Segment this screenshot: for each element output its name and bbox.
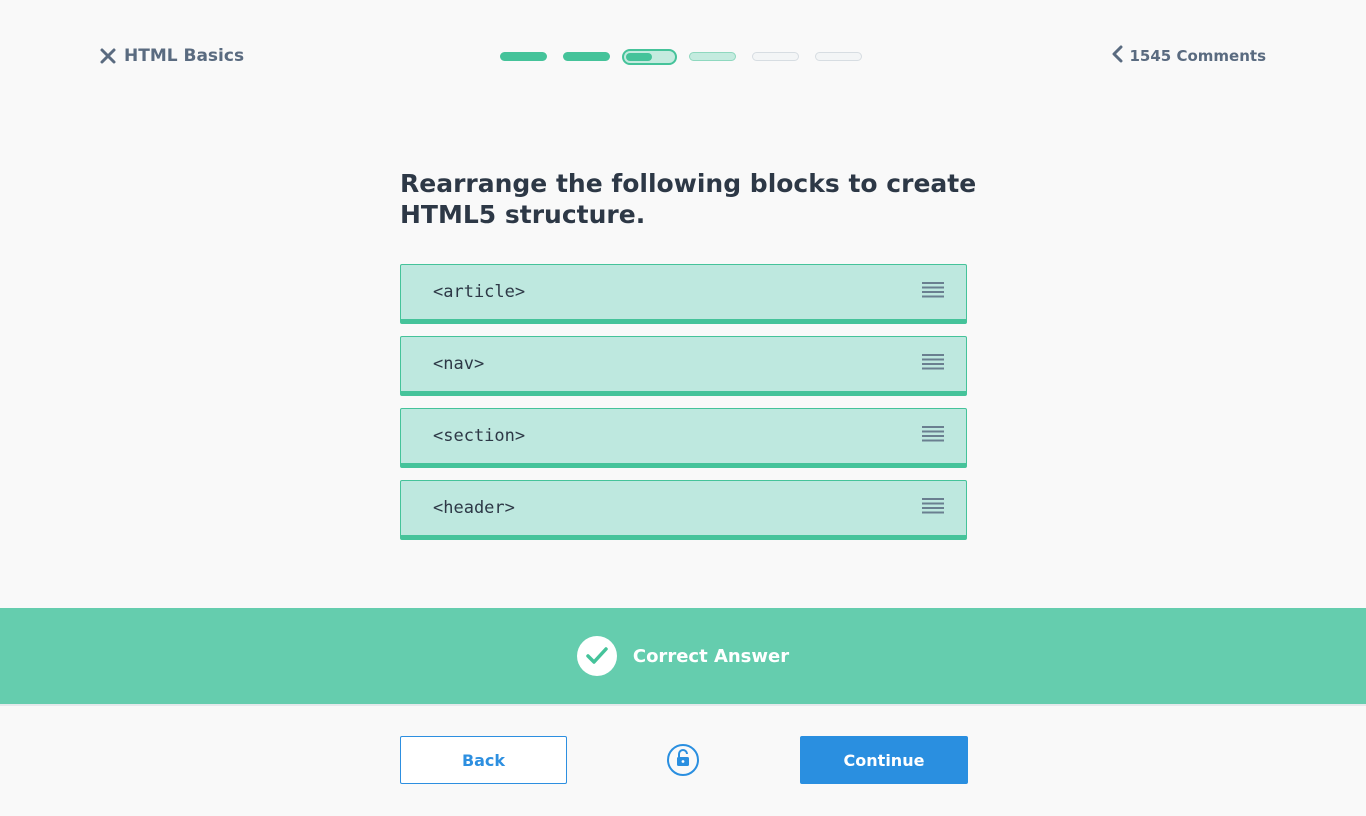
close-icon [99,47,117,65]
progress-step-upcoming [815,52,862,61]
progress-step-fill [626,52,652,61]
block-code: <header> [433,498,515,518]
question-prompt: Rearrange the following blocks to create… [400,169,977,229]
feedback-status: Correct Answer [632,645,790,667]
drag-handle-icon[interactable] [922,498,944,518]
drag-handle-icon[interactable] [922,426,944,446]
close-lesson-link[interactable]: HTML Basics [99,45,244,67]
lesson-title: HTML Basics [124,46,245,66]
progress-step-upcoming [752,52,799,61]
comments-link[interactable]: 1545 Comments [1111,45,1267,67]
drag-handle-icon[interactable] [922,354,944,374]
check-icon [576,636,617,676]
progress-step-upcoming [689,52,736,61]
continue-button[interactable]: Continue [800,736,968,784]
progress-step-completed [563,52,610,61]
block-code: <section> [433,426,526,446]
draggable-block[interactable]: <nav> [400,336,967,396]
answer-feedback-banner: Correct Answer [0,608,1366,704]
unlock-icon [675,749,691,771]
top-bar: HTML Basics 1545 Comments [0,0,1366,112]
chevron-left-icon [1111,45,1123,67]
block-code: <nav> [433,354,485,374]
progress-step-current [622,48,677,65]
block-code: <article> [433,282,526,302]
lesson-progress-bar [500,48,862,65]
back-button[interactable]: Back [400,736,567,784]
unlock-button[interactable] [667,744,699,776]
drag-handle-icon[interactable] [922,282,944,302]
draggable-block[interactable]: <header> [400,480,967,540]
comments-count: 1545 Comments [1129,47,1267,65]
draggable-block[interactable]: <article> [400,264,967,324]
draggable-block[interactable]: <section> [400,408,967,468]
progress-step-completed [500,52,547,61]
footer-divider [0,704,1366,706]
